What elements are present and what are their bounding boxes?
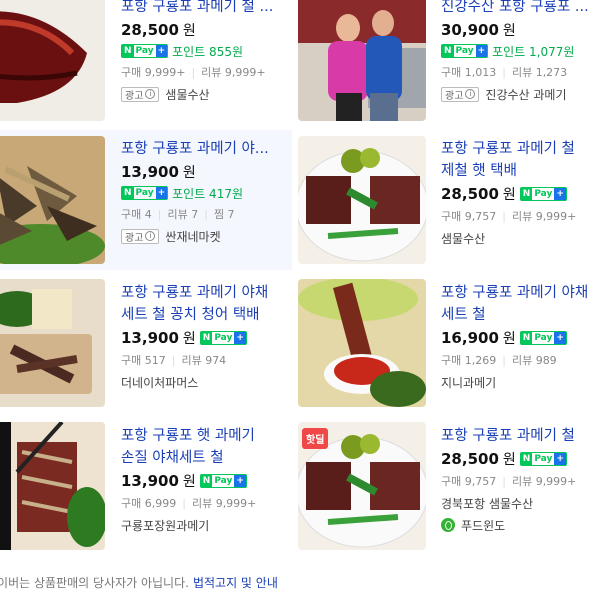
point-row: N Pay + 포인트 417원 [121,183,301,203]
product-card-6[interactable]: 포항 구룡포 과메기 야채 세트 철 16,900 원 N Pay + 구매 1,269 |… [298,272,596,412]
seller-row: 더네이처파머스 [121,371,301,393]
price: 28,500 원 [121,21,196,39]
price: 13,900 원 N Pay + [121,470,301,492]
npay-badge: N Pay + [199,331,247,345]
npay-badge: N Pay + [519,331,567,345]
ad-badge[interactable]: 광고 i [121,228,160,244]
point-row: N Pay + 포인트 1,077원 [441,41,596,61]
ad-badge[interactable]: 광고 i [121,86,160,102]
product-title[interactable]: 포항 구룡포 과메기 야채 세트 철 [441,282,596,326]
price: 30,900 원 [441,21,516,39]
info-icon: i [465,89,476,99]
product-title[interactable]: 포항 구룡포 과메기 철 ... [121,0,301,18]
product-card-5[interactable]: 포항 구룡포 과메기 야채 세트 철 꽁치 청어 택배 13,900 원 N Pay + … [0,272,292,412]
point-row: N Pay + 포인트 855원 [121,41,301,61]
seller-name[interactable]: 진강수산 과메기 [485,86,566,103]
npay-badge: N Pay + [121,44,169,58]
product-image[interactable] [298,136,426,264]
product-image[interactable] [0,422,105,550]
price: 16,900 원 N Pay + [441,327,596,349]
footer-disclaimer: 네이버는 상품판매의 당사자가 아닙니다. [0,576,189,590]
product-image[interactable] [0,0,105,121]
stats: 구매 517 | 리뷰 974 [121,353,227,368]
stats: 구매 1,013 | 리뷰 1,273 [441,65,568,80]
seller-name[interactable]: 싼재네마켓 [165,228,220,245]
legal-notice-link[interactable]: 법적고지 및 안내 [193,574,278,591]
info-icon: i [145,89,156,99]
product-card-3[interactable]: 포항 구룡포 과메기 야... 13,900 원 N Pay + 포인트 417원 구… [0,130,292,270]
price: 13,900 원 [121,163,196,181]
footer: 네이버는 상품판매의 당사자가 아닙니다. 법적고지 및 안내 [0,568,596,597]
product-title[interactable]: 포항 구룡포 과메기 야... [121,138,301,160]
price: 13,900 원 N Pay + [121,327,301,349]
product-card-7[interactable]: 포항 구룡포 햇 과메기 손질 야채세트 철 13,900 원 N Pay + 구매 6,… [0,414,292,556]
points: 포인트 417원 [172,186,244,201]
product-image[interactable] [298,0,426,121]
product-card-8[interactable]: 핫딜 포항 구룡포 과메기 철 28,500 원 N Pay + 구매 9,757 | 리뷰… [298,414,596,556]
stats: 구매 9,999+ | 리뷰 9,999+ [121,65,266,80]
seller-row: 광고 i 싼재네마켓 [121,225,301,247]
npay-badge: N Pay + [519,187,567,201]
product-title[interactable]: 포항 구룡포 과메기 철 제철 햇 택배 [441,138,596,182]
points: 포인트 1,077원 [492,44,575,59]
seller-row: 지니과메기 [441,371,596,393]
npay-badge: N Pay + [121,186,169,200]
seller-name[interactable]: 지니과메기 [441,374,496,391]
foodwindow-row[interactable]: 푸드윈도 [441,514,596,536]
product-card-2[interactable]: 진강수산 포항 구룡포 ... 30,900 원 N Pay + 포인트 1,077원… [298,0,596,128]
product-image[interactable] [0,279,105,407]
seller-name[interactable]: 샘물수산 [165,86,209,103]
npay-badge: N Pay + [519,452,567,466]
product-card-1[interactable]: 포항 구룡포 과메기 철 ... 28,500 원 N Pay + 포인트 855원 … [0,0,290,128]
seller-row: 샘물수산 [441,227,596,249]
hotdeal-badge: 핫딜 [302,428,329,449]
npay-badge: N Pay + [441,44,489,58]
product-title[interactable]: 진강수산 포항 구룡포 ... [441,0,596,18]
product-card-4[interactable]: 포항 구룡포 과메기 철 제철 햇 택배 28,500 원 N Pay + 구매 9,75… [298,130,596,270]
seller-row: 구룡포장원과메기 [121,514,301,536]
seller-row: 광고 i 진강수산 과메기 [441,83,596,105]
product-image[interactable] [298,279,426,407]
points: 포인트 855원 [172,44,244,59]
stats: 구매 9,757 | 리뷰 9,999+ [441,209,577,224]
stats: 구매 9,757 | 리뷰 9,999+ [441,474,577,489]
npay-badge: N Pay + [199,474,247,488]
seller-row: 경북포항 샘물수산 [441,492,596,514]
price: 28,500 원 N Pay + [441,183,596,205]
product-image[interactable] [0,136,105,264]
seller-name[interactable]: 더네이처파머스 [121,374,198,391]
product-image[interactable]: 핫딜 [298,422,426,550]
foodwindow-icon [441,518,455,532]
stats: 구매 4 | 리뷰 7 | 찜 7 [121,207,235,222]
info-icon: i [145,231,156,241]
seller-name[interactable]: 경북포항 샘물수산 [441,495,533,512]
seller-row: 광고 i 샘물수산 [121,83,301,105]
seller-name[interactable]: 구룡포장원과메기 [121,517,209,534]
product-title[interactable]: 포항 구룡포 과메기 철 [441,425,596,447]
stats: 구매 1,269 | 리뷰 989 [441,353,557,368]
ad-badge[interactable]: 광고 i [441,86,480,102]
seller-name[interactable]: 샘물수산 [441,230,485,247]
price: 28,500 원 N Pay + [441,448,596,470]
stats: 구매 6,999 | 리뷰 9,999+ [121,496,257,511]
product-title[interactable]: 포항 구룡포 햇 과메기 손질 야채세트 철 [121,425,301,469]
product-title[interactable]: 포항 구룡포 과메기 야채 세트 철 꽁치 청어 택배 [121,282,301,326]
